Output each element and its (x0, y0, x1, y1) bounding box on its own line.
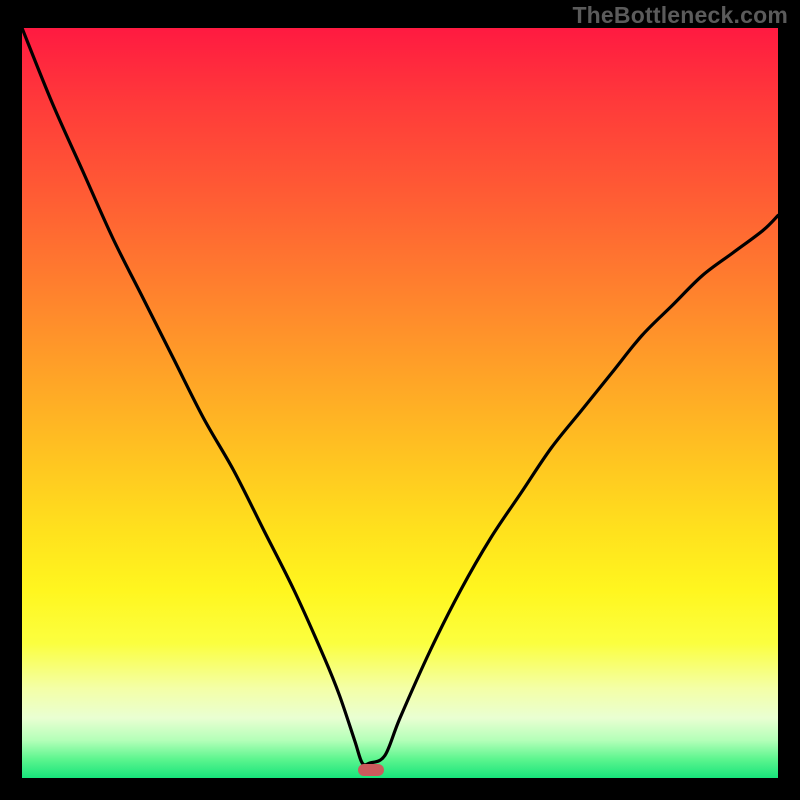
curve-svg (22, 28, 778, 778)
optimum-marker (358, 764, 384, 776)
bottleneck-curve (22, 28, 778, 765)
plot-area (22, 28, 778, 778)
chart-frame: TheBottleneck.com (0, 0, 800, 800)
watermark-text: TheBottleneck.com (572, 2, 788, 29)
